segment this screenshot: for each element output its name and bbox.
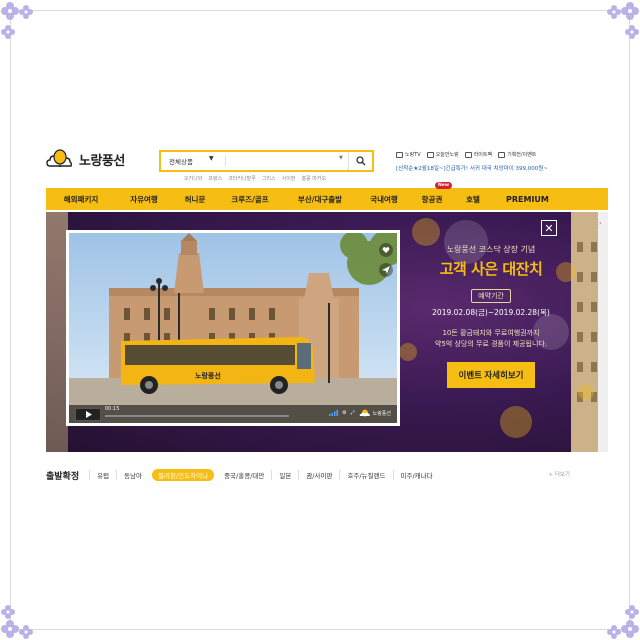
departure-tab[interactable]: 일본 <box>271 470 298 480</box>
keyword-link[interactable]: 그리스 <box>262 175 276 182</box>
keyword-link[interactable]: 프랑스 <box>208 175 222 182</box>
promo-period: 2019.02.08(금)~2019.02.28(목) <box>432 308 550 317</box>
video-frame: 노랑풍선 00:15 ⚙ ⤢ 노랑풍선 <box>69 233 397 423</box>
nav-item-overseas-package[interactable]: 해외패키지 <box>46 194 116 205</box>
flower-decoration-icon <box>607 2 639 39</box>
promo-subtitle: 노랑풍선 코스닥 상장 기념 <box>446 245 536 254</box>
util-link-today[interactable]: 오늘만노랑 <box>426 151 459 158</box>
new-badge: New <box>435 182 452 189</box>
chevron-right-icon[interactable]: › <box>599 220 601 227</box>
play-button[interactable] <box>75 408 101 421</box>
video-progress-bar[interactable] <box>105 415 289 417</box>
search-icon <box>355 156 365 166</box>
main-nav: 해외패키지 자유여행 허니문 크루즈/골프 부산/대구출발 국내여행 항공권 호… <box>46 188 608 210</box>
keyword-link[interactable]: 홍콩 마카오 <box>301 175 326 182</box>
keyword-link[interactable]: 사이판 <box>282 175 296 182</box>
bag-icon <box>464 151 472 158</box>
logo-text: 노랑풍선 <box>79 153 125 169</box>
nav-item-flights[interactable]: 항공권 <box>410 194 454 205</box>
period-label: 예약기간 <box>471 289 511 303</box>
confirmed-departures-bar: 출발확정 유럽 동남아 필리핀/인도차이나 중국/홍콩/대만 일본 괌/사이판 … <box>46 464 608 486</box>
flower-decoration-icon <box>1 2 33 39</box>
caret-down-icon[interactable]: ▼ <box>209 155 214 162</box>
util-link-tv[interactable]: 노랑TV <box>396 151 421 158</box>
heart-icon <box>382 247 390 253</box>
departure-tab[interactable]: 유럽 <box>89 470 116 480</box>
calendar-icon <box>498 151 506 158</box>
departure-tab-active[interactable]: 필리핀/인도차이나 <box>152 469 215 481</box>
keyword-link[interactable]: 코타키나발루 <box>228 175 256 182</box>
website-screenshot: 노랑풍선 전체상품 ▼ ▼ 오키나와 프랑스 코타키나발루 그리스 사이판 홍콩… <box>46 140 608 488</box>
util-link-events[interactable]: 기획전/이벤트 <box>498 151 536 158</box>
promo-title: 고객 사은 대잔치 <box>439 260 543 278</box>
departure-tab[interactable]: 중국/홍콩/대만 <box>217 470 271 480</box>
nav-item-domestic[interactable]: 국내여행 <box>358 194 410 205</box>
video-player[interactable]: 노랑풍선 00:15 ⚙ ⤢ 노랑풍선 <box>66 230 400 426</box>
balloon-cloud-logo-icon <box>46 149 73 167</box>
site-logo[interactable]: 노랑풍선 <box>46 148 125 170</box>
nav-item-premium[interactable]: PREMIUM <box>498 195 557 204</box>
video-controls: 00:15 ⚙ ⤢ 노랑풍선 <box>69 405 397 423</box>
video-right-controls: ⚙ ⤢ 노랑풍선 <box>329 409 391 417</box>
balloon-cloud-logo-icon <box>359 409 370 417</box>
video-time: 00:15 <box>105 406 120 412</box>
fullscreen-icon[interactable]: ⤢ <box>351 410 355 416</box>
more-link[interactable]: + 더보기 <box>548 470 570 478</box>
nav-item-hotel[interactable]: 호텔 <box>454 194 492 205</box>
departure-tab[interactable]: 미주/캐나다 <box>392 470 440 480</box>
promo-ticker[interactable]: [선착순★2월18일~]긴급특가! 서귀 대국 치앙마이 399,000원~ <box>396 164 548 172</box>
promo-panel: 노랑풍선 코스닥 상장 기념 고객 사은 대잔치 예약기간 2019.02.08… <box>406 242 576 388</box>
send-icon <box>382 266 390 274</box>
side-scroll-strip[interactable] <box>598 212 608 452</box>
nav-item-free-travel[interactable]: 자유여행 <box>116 194 172 205</box>
popular-keywords: 오키나와 프랑스 코타키나발루 그리스 사이판 홍콩 마카오 <box>184 175 326 182</box>
search-button[interactable] <box>348 152 372 170</box>
search-input[interactable] <box>229 154 335 168</box>
event-banner: 노랑풍선 00:15 ⚙ ⤢ 노랑풍선 노랑풍선 코스닥 상장 기념 고객 사은… <box>46 212 598 452</box>
search-bar: 전체상품 ▼ ▼ <box>159 150 374 172</box>
close-icon: ✕ <box>544 221 554 235</box>
gear-icon[interactable]: ⚙ <box>342 410 346 416</box>
event-details-button[interactable]: 이벤트 자세히보기 <box>446 362 536 388</box>
departure-tab[interactable]: 호주/뉴질랜드 <box>339 470 392 480</box>
flower-decoration-icon <box>607 605 639 639</box>
video-side-actions <box>379 243 393 277</box>
play-icon <box>85 411 92 418</box>
like-button[interactable] <box>379 243 393 257</box>
promo-description: 10돈 황금돼지와 무료여행권까지 약5억 상당의 무료 경품이 제공됩니다. <box>434 329 548 348</box>
video-watermark: 노랑풍선 <box>359 409 391 417</box>
tv-icon <box>396 151 403 158</box>
departures-title: 출발확정 <box>46 471 80 482</box>
video-thumbnail <box>69 233 397 423</box>
departure-tab[interactable]: 동남아 <box>116 470 149 480</box>
volume-icon[interactable] <box>329 410 339 416</box>
departure-tab[interactable]: 괌/사이판 <box>298 470 339 480</box>
keyword-link[interactable]: 오키나와 <box>184 175 202 182</box>
nav-item-cruise-golf[interactable]: 크루즈/골프 <box>218 194 282 205</box>
utility-links: 노랑TV 오늘만노랑 라이트팩 기획전/이벤트 <box>396 151 536 158</box>
search-category-select[interactable]: 전체상품 <box>169 156 193 166</box>
gift-icon <box>426 151 434 158</box>
close-button[interactable]: ✕ <box>541 220 557 236</box>
share-button[interactable] <box>379 263 393 277</box>
bus-logo-text: 노랑풍선 <box>195 372 221 380</box>
flower-decoration-icon <box>1 605 33 639</box>
nav-item-honeymoon[interactable]: 허니문 <box>172 194 218 205</box>
nav-item-busan-daegu[interactable]: 부산/대구출발 <box>282 194 358 205</box>
util-link-lightpack[interactable]: 라이트팩 <box>464 151 492 158</box>
chevron-down-icon[interactable]: ▼ <box>339 155 343 161</box>
divider <box>225 156 226 166</box>
